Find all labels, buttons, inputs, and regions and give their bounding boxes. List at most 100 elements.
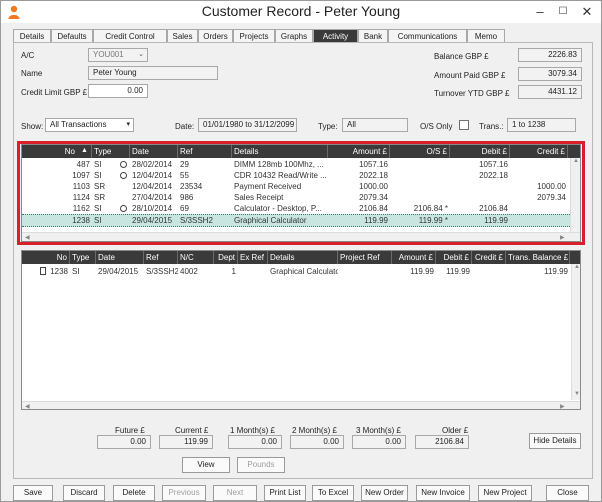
cell-os (390, 181, 450, 192)
tab-details[interactable]: Details (13, 29, 51, 43)
os-only-checkbox[interactable] (459, 120, 469, 130)
scroll-left-icon[interactable]: ◀ (25, 403, 30, 409)
cell-nc: 4002 (180, 267, 198, 276)
close-button[interactable]: Close (546, 485, 589, 501)
table-row[interactable]: 1103 SR 12/04/2014 23534 Payment Receive… (22, 181, 572, 192)
column-header-ref[interactable]: Ref (144, 251, 178, 264)
vertical-scrollbar[interactable]: ▲ (570, 158, 580, 233)
column-header-debit[interactable]: Debit £ (450, 145, 510, 158)
date-range-field[interactable]: 01/01/1980 to 31/12/2099 (198, 118, 297, 132)
type-field[interactable]: All (342, 118, 408, 132)
name-field[interactable]: Peter Young (88, 66, 218, 80)
window-title: Customer Record - Peter Young (201, 3, 401, 19)
tab-activity[interactable]: Activity (313, 29, 358, 43)
cell-date: 28/02/2014 (132, 160, 173, 169)
scroll-down-icon[interactable]: ▼ (574, 391, 580, 397)
tab-communications[interactable]: Communications (388, 29, 467, 43)
account-value: YOU001 (93, 50, 124, 59)
cell-credit (510, 203, 568, 214)
turnover-label: Turnover YTD GBP £ (434, 89, 510, 98)
previous-button[interactable]: Previous (162, 485, 206, 501)
cell-ref: 55 (180, 171, 189, 180)
credit-limit-field[interactable]: 0.00 (88, 84, 148, 98)
vertical-scrollbar[interactable]: ▲ ▼ (571, 264, 580, 400)
tab-sales[interactable]: Sales (167, 29, 198, 43)
tab-credit-control[interactable]: Credit Control (93, 29, 167, 43)
aged-2-month-field: 0.00 (290, 435, 344, 449)
tab-memo[interactable]: Memo (467, 29, 505, 43)
tab-bank[interactable]: Bank (358, 29, 388, 43)
column-header-dept[interactable]: Dept (214, 251, 238, 264)
clock-icon (120, 205, 127, 212)
tab-projects[interactable]: Projects (233, 29, 275, 43)
new-project-button[interactable]: New Project (478, 485, 532, 501)
cell-debit: 119.99 (446, 267, 470, 276)
new-invoice-button[interactable]: New Invoice (416, 485, 470, 501)
delete-button[interactable]: Delete (113, 485, 155, 501)
hide-details-button[interactable]: Hide Details (529, 433, 581, 449)
column-header-os[interactable]: O/S £ (390, 145, 450, 158)
table-row[interactable]: 1097 SI 12/04/2014 55 CDR 10432 Read/Wri… (22, 170, 572, 181)
clock-icon (120, 172, 127, 179)
column-header-amount[interactable]: Amount £ (392, 251, 436, 264)
save-button[interactable]: Save (13, 485, 53, 501)
table-row[interactable]: 487 SI 28/02/2014 29 DIMM 128mb 100Mhz, … (22, 159, 572, 170)
column-header-credit[interactable]: Credit £ (510, 145, 568, 158)
to-excel-button[interactable]: To Excel (312, 485, 354, 501)
new-order-button[interactable]: New Order (361, 485, 408, 501)
column-header-date[interactable]: Date (96, 251, 144, 264)
cell-no: 1238 (72, 216, 90, 225)
horizontal-scrollbar[interactable]: ◀ ▶ (22, 401, 580, 409)
cell-no: 1097 (72, 171, 90, 180)
column-header-nc[interactable]: N/C (178, 251, 214, 264)
column-header-ref[interactable]: Ref (178, 145, 232, 158)
aged-older-label: Older £ (442, 426, 469, 435)
next-button[interactable]: Next (213, 485, 257, 501)
column-header-details[interactable]: Details (268, 251, 338, 264)
tab-defaults[interactable]: Defaults (51, 29, 93, 43)
column-header-credit[interactable]: Credit £ (472, 251, 506, 264)
column-header-debit[interactable]: Debit £ (436, 251, 472, 264)
cell-os (390, 159, 450, 170)
column-header-type[interactable]: Type (92, 145, 130, 158)
table-row[interactable]: 1238 SI 29/04/2015 S/3SSH2 4002 1 Graphi… (22, 266, 570, 277)
minimize-button[interactable]: – (528, 3, 552, 20)
scroll-up-icon[interactable]: ▲ (573, 158, 579, 164)
scroll-left-icon[interactable]: ◀ (25, 234, 30, 241)
column-header-date[interactable]: Date (130, 145, 178, 158)
transactions-grid[interactable]: No ▲ Type Date Ref Details Amount £ O/S … (21, 144, 581, 242)
aged-1-month-field: 0.00 (228, 435, 282, 449)
pounds-button[interactable]: Pounds (237, 457, 285, 473)
trans-range-field[interactable]: 1 to 1238 (507, 118, 576, 132)
scroll-up-icon[interactable]: ▲ (574, 264, 580, 270)
cell-os (390, 170, 450, 181)
cell-ref: 23534 (180, 182, 203, 191)
transaction-details-grid[interactable]: No Type Date Ref N/C Dept Ex Ref Details… (21, 250, 581, 410)
discard-button[interactable]: Discard (63, 485, 105, 501)
cell-ref: 986 (180, 193, 194, 202)
column-header-no[interactable]: No (22, 251, 70, 264)
print-list-button[interactable]: Print List (264, 485, 306, 501)
table-row-selected[interactable]: 1238 SI 29/04/2015 S/3SSH2 Graphical Cal… (22, 214, 572, 227)
cell-type: SI (94, 216, 102, 225)
table-row[interactable]: 1124 SR 27/04/2014 986 Sales Receipt 207… (22, 192, 572, 203)
tab-orders[interactable]: Orders (198, 29, 233, 43)
show-select[interactable]: All Transactions ▾ (45, 118, 134, 132)
scroll-right-icon[interactable]: ▶ (560, 403, 565, 409)
cell-credit (472, 266, 506, 277)
horizontal-scrollbar[interactable]: ◀ ▶ (22, 232, 580, 241)
maximize-button[interactable]: ☐ (551, 3, 575, 20)
column-header-trans-balance[interactable]: Trans. Balance £ (506, 251, 570, 264)
column-header-details[interactable]: Details (232, 145, 328, 158)
table-row[interactable]: 1162 SI 28/10/2014 69 Calculator - Deskt… (22, 203, 572, 214)
column-header-type[interactable]: Type (70, 251, 96, 264)
column-header-project-ref[interactable]: Project Ref (338, 251, 392, 264)
column-header-amount[interactable]: Amount £ (328, 145, 390, 158)
title-bar: Customer Record - Peter Young – ☐ ✕ (1, 1, 601, 23)
close-window-button[interactable]: ✕ (575, 3, 599, 20)
view-button[interactable]: View (182, 457, 230, 473)
column-header-exref[interactable]: Ex Ref (238, 251, 268, 264)
tab-graphs[interactable]: Graphs (275, 29, 313, 43)
scroll-right-icon[interactable]: ▶ (560, 234, 565, 241)
account-select[interactable]: YOU001 ⌄ (88, 48, 148, 62)
